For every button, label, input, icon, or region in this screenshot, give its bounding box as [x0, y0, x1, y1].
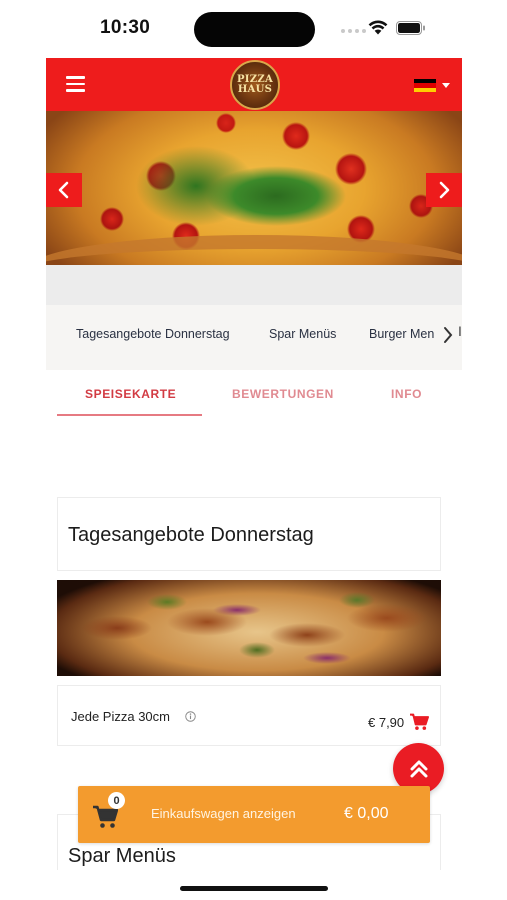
caret-down-icon — [442, 83, 450, 88]
tab-bewertungen[interactable]: BEWERTUNGEN — [232, 387, 334, 401]
pizza-haus-logo[interactable]: PIZZA HAUS — [230, 60, 280, 110]
wifi-icon — [368, 20, 388, 35]
app-header: PIZZA HAUS — [46, 58, 462, 111]
active-tab-indicator — [57, 414, 202, 416]
category-item-burger-menues[interactable]: Burger Men — [369, 327, 434, 341]
battery-icon — [396, 21, 425, 35]
menu-section-header: Tagesangebote Donnerstag — [57, 497, 441, 571]
status-bar: 10:30 — [0, 0, 507, 58]
category-item-spar-menues[interactable]: Spar Menüs — [269, 327, 336, 341]
add-to-cart-icon[interactable] — [409, 713, 429, 731]
cart-count-badge: 0 — [108, 792, 125, 809]
slider-spacer — [46, 265, 462, 305]
tab-info[interactable]: INFO — [391, 387, 422, 401]
section-dish-image — [57, 580, 441, 676]
slider-prev-button[interactable] — [46, 173, 82, 207]
tab-speisekarte[interactable]: SPEISEKARTE — [85, 387, 176, 401]
german-flag-icon — [414, 79, 436, 92]
slider-next-button[interactable] — [426, 173, 462, 207]
chevron-right-icon — [439, 181, 450, 199]
cellular-signal-icon — [341, 29, 366, 33]
cart-button-label: Einkaufswagen anzeigen — [151, 806, 296, 821]
language-selector[interactable] — [414, 79, 450, 92]
app-screen: PIZZA HAUS Tagesangebote Donnerstag Spar… — [46, 58, 462, 870]
info-icon[interactable] — [185, 711, 196, 722]
category-navigation: Tagesangebote Donnerstag Spar Menüs Burg… — [46, 305, 462, 370]
view-cart-button[interactable]: 0 Einkaufswagen anzeigen € 0,00 — [78, 786, 430, 843]
category-item-cutoff[interactable]: I — [458, 323, 462, 339]
status-time: 10:30 — [100, 17, 151, 38]
cart-total: € 0,00 — [344, 805, 389, 822]
hero-slider-image — [46, 111, 462, 265]
menu-item[interactable]: Jede Pizza 30cm € 7,90 — [57, 685, 441, 746]
chevron-left-icon — [58, 181, 69, 199]
content-tabs: SPEISEKARTE BEWERTUNGEN INFO — [46, 370, 462, 420]
double-chevron-up-icon — [410, 760, 427, 777]
category-item-tagesangebote[interactable]: Tagesangebote Donnerstag — [76, 327, 230, 341]
hamburger-menu-icon[interactable] — [66, 76, 85, 92]
section-title: Tagesangebote Donnerstag — [68, 524, 314, 546]
menu-item-name: Jede Pizza 30cm — [71, 709, 170, 724]
dynamic-island — [194, 12, 315, 47]
category-scroll-right-icon[interactable] — [442, 325, 454, 345]
menu-item-price: € 7,90 — [368, 715, 405, 730]
section-title: Spar Menüs — [68, 845, 176, 867]
logo-text-line2: HAUS — [237, 84, 273, 95]
pizza-crust-decoration — [46, 235, 462, 265]
home-indicator[interactable] — [180, 886, 328, 891]
